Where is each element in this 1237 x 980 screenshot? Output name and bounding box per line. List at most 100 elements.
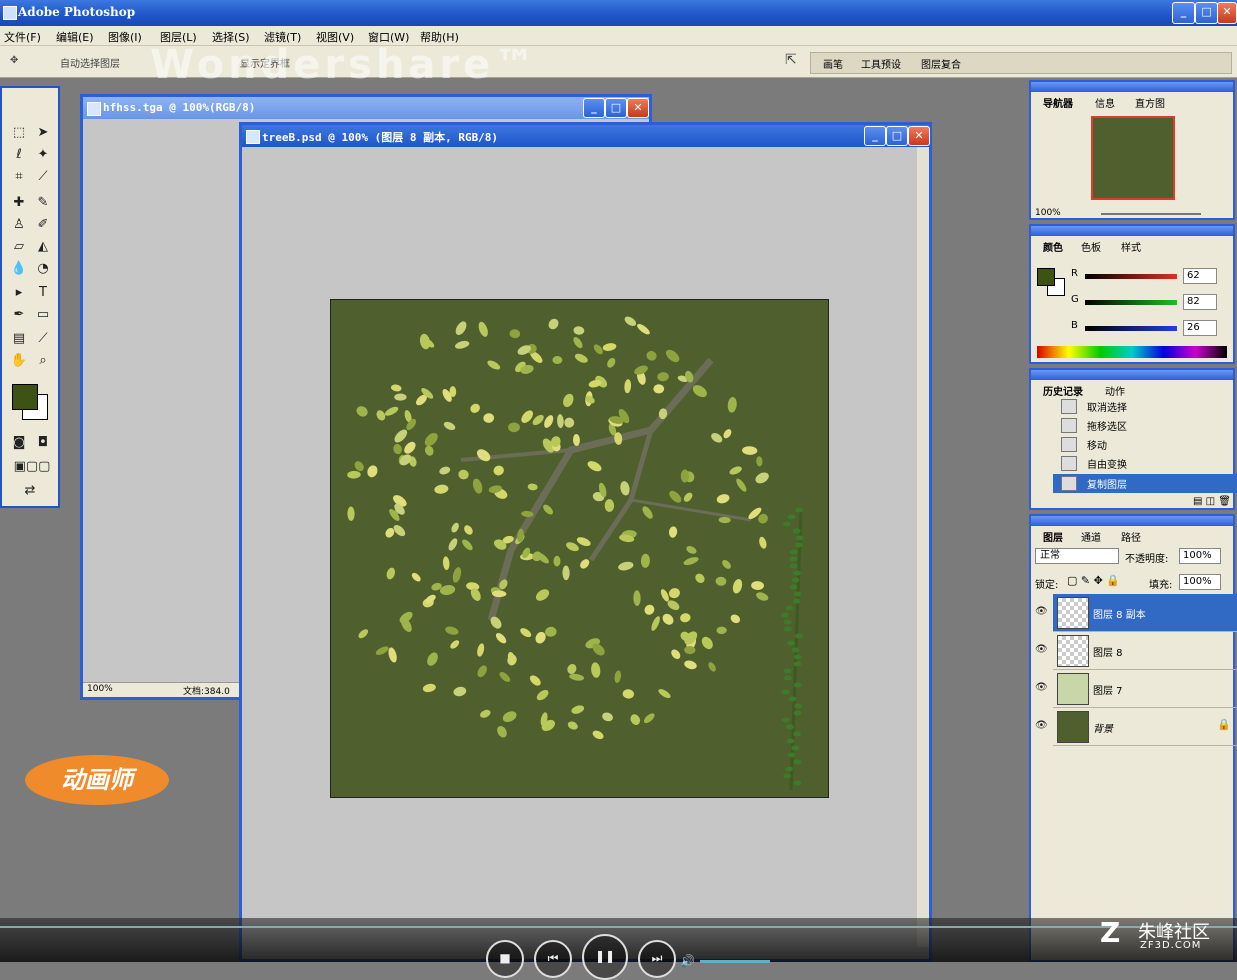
red-label: R [1071, 268, 1078, 279]
doc1-zoom[interactable]: 100% [87, 684, 113, 694]
close-button[interactable]: ✕ [1217, 2, 1237, 24]
tab-layers[interactable]: 图层 [1043, 529, 1063, 544]
zoom-tool-icon[interactable]: ⌕ [34, 352, 52, 370]
screen-mode-icons[interactable]: ▣▢▢ [6, 458, 58, 476]
visibility-eye-icon[interactable]: 👁 [1035, 606, 1048, 617]
red-slider[interactable] [1085, 274, 1177, 279]
next-icon[interactable]: ⏭ [638, 940, 676, 978]
fill-field[interactable]: 100% [1179, 574, 1221, 590]
doc1-maximize-button[interactable]: □ [605, 98, 627, 118]
green-value-field[interactable]: 82 [1183, 294, 1217, 310]
paint-bucket-icon[interactable]: ◭ [34, 238, 52, 256]
tab-color[interactable]: 颜色 [1043, 239, 1063, 254]
maximize-button[interactable]: □ [1195, 2, 1218, 24]
lasso-tool-icon[interactable]: ℓ [10, 146, 28, 164]
history-item[interactable]: 拖移选区 [1053, 416, 1237, 435]
history-item-selected[interactable]: 复制图层 [1053, 474, 1237, 493]
red-value-field[interactable]: 62 [1183, 268, 1217, 284]
canvas-artwork[interactable] [330, 299, 829, 798]
leaf-shape [448, 538, 458, 551]
healing-brush-icon[interactable]: ✚ [10, 194, 28, 212]
hand-tool-icon[interactable]: ✋ [10, 352, 28, 370]
doc1-minimize-button[interactable]: _ [583, 98, 605, 118]
doc1-titlebar[interactable]: hfhss.tga @ 100%(RGB/8) _ □ ✕ [83, 97, 649, 119]
tab-history[interactable]: 历史记录 [1043, 383, 1083, 398]
notes-tool-icon[interactable]: ▤ [10, 330, 28, 348]
pen-tool-icon[interactable]: ✒ [10, 306, 28, 324]
marquee-tool-icon[interactable]: ⬚ [10, 124, 28, 142]
visibility-eye-icon[interactable]: 👁 [1035, 682, 1048, 693]
layer-row[interactable]: 👁 背景 🔒 [1035, 708, 1237, 746]
tab-navigator[interactable]: 导航器 [1043, 95, 1073, 110]
doc2-close-button[interactable]: ✕ [908, 126, 930, 146]
brush-tool-icon[interactable]: ✎ [34, 194, 52, 212]
layer-row[interactable]: 👁 图层 8 [1035, 632, 1237, 670]
eraser-tool-icon[interactable]: ▱ [10, 238, 28, 256]
doc2-minimize-button[interactable]: _ [864, 126, 886, 146]
navigator-zoom[interactable]: 100% [1035, 208, 1061, 218]
video-progress[interactable] [0, 926, 1237, 928]
tab-paths[interactable]: 路径 [1121, 529, 1141, 544]
jump-to-imageready-icon[interactable]: ⇄ [10, 482, 50, 500]
tab-channels[interactable]: 通道 [1081, 529, 1101, 544]
well-tab-layer-comps[interactable]: 图层复合 [921, 56, 961, 71]
blue-value-field[interactable]: 26 [1183, 320, 1217, 336]
move-tool-icon[interactable]: ➤ [34, 124, 52, 142]
well-tab-brushes[interactable]: 画笔 [823, 56, 843, 71]
green-slider[interactable] [1085, 300, 1177, 305]
pause-icon[interactable]: ❚❚ [582, 934, 628, 980]
menu-image[interactable]: 图像(I) [108, 29, 142, 45]
doc2-titlebar[interactable]: treeB.psd @ 100% (图层 8 副本, RGB/8) _ □ ✕ [242, 125, 930, 147]
eyedropper-icon[interactable]: ⟋ [34, 330, 52, 348]
color-ramp[interactable] [1037, 346, 1227, 358]
stop-icon[interactable]: ■ [486, 940, 524, 978]
history-brush-icon[interactable]: ✐ [34, 216, 52, 234]
quick-mask-off-icon[interactable]: ◙ [10, 434, 28, 452]
type-tool-icon[interactable]: T [34, 284, 52, 302]
tab-info[interactable]: 信息 [1095, 95, 1115, 110]
quick-mask-on-icon[interactable]: ◘ [34, 434, 52, 452]
visibility-eye-icon[interactable]: 👁 [1035, 644, 1048, 655]
layer-row[interactable]: 👁 图层 7 [1035, 670, 1237, 708]
crop-tool-icon[interactable]: ⌗ [10, 168, 28, 186]
layer-row-selected[interactable]: 👁 图层 8 副本 [1035, 594, 1237, 632]
minimize-button[interactable]: _ [1172, 2, 1195, 24]
history-item[interactable]: 取消选择 [1053, 397, 1237, 416]
doc2-maximize-button[interactable]: □ [886, 126, 908, 146]
previous-icon[interactable]: ⏮ [534, 940, 572, 978]
move-tool-icon[interactable]: ✥ [10, 55, 18, 66]
palette-well-icon[interactable]: ⇱ [785, 52, 797, 68]
blur-tool-icon[interactable]: 💧 [10, 260, 28, 278]
magic-wand-icon[interactable]: ✦ [34, 146, 52, 164]
tab-actions[interactable]: 动作 [1105, 383, 1125, 398]
history-item[interactable]: 移动 [1053, 435, 1237, 454]
slice-tool-icon[interactable]: ⟋ [34, 168, 52, 186]
navigator-zoom-slider[interactable] [1101, 213, 1201, 215]
dodge-tool-icon[interactable]: ◔ [34, 260, 52, 278]
opacity-field[interactable]: 100% [1179, 548, 1221, 564]
tab-swatches[interactable]: 色板 [1081, 239, 1101, 254]
leaf-shape [695, 573, 705, 584]
lock-icons[interactable]: ▢ ✎ ✥ 🔒 [1067, 574, 1120, 587]
blue-slider[interactable] [1085, 326, 1177, 331]
doc1-close-button[interactable]: ✕ [627, 98, 649, 118]
volume-icon[interactable]: 🔊 [680, 954, 695, 968]
foreground-color-swatch[interactable] [12, 384, 38, 410]
menu-file[interactable]: 文件(F) [4, 29, 41, 45]
doc2-vertical-scrollbar[interactable] [917, 147, 929, 947]
blend-mode-select[interactable]: 正常 [1035, 548, 1119, 564]
menu-edit[interactable]: 编辑(E) [56, 29, 94, 45]
auto-select-checkbox[interactable]: 自动选择图层 [60, 55, 120, 70]
clone-stamp-icon[interactable]: ♙ [10, 216, 28, 234]
history-item[interactable]: 自由变换 [1053, 454, 1237, 473]
path-selection-icon[interactable]: ▸ [10, 284, 28, 302]
visibility-eye-icon[interactable]: 👁 [1035, 720, 1048, 731]
color-fg-swatch[interactable] [1037, 268, 1055, 286]
navigator-preview[interactable] [1091, 116, 1175, 200]
history-footer-icons[interactable]: ▤ ◫ 🗑 [1035, 496, 1231, 508]
leaf-shape [716, 626, 727, 635]
rectangle-tool-icon[interactable]: ▭ [34, 306, 52, 324]
tab-histogram[interactable]: 直方图 [1135, 95, 1165, 110]
tab-styles[interactable]: 样式 [1121, 239, 1141, 254]
well-tab-tool-presets[interactable]: 工具预设 [861, 56, 901, 71]
